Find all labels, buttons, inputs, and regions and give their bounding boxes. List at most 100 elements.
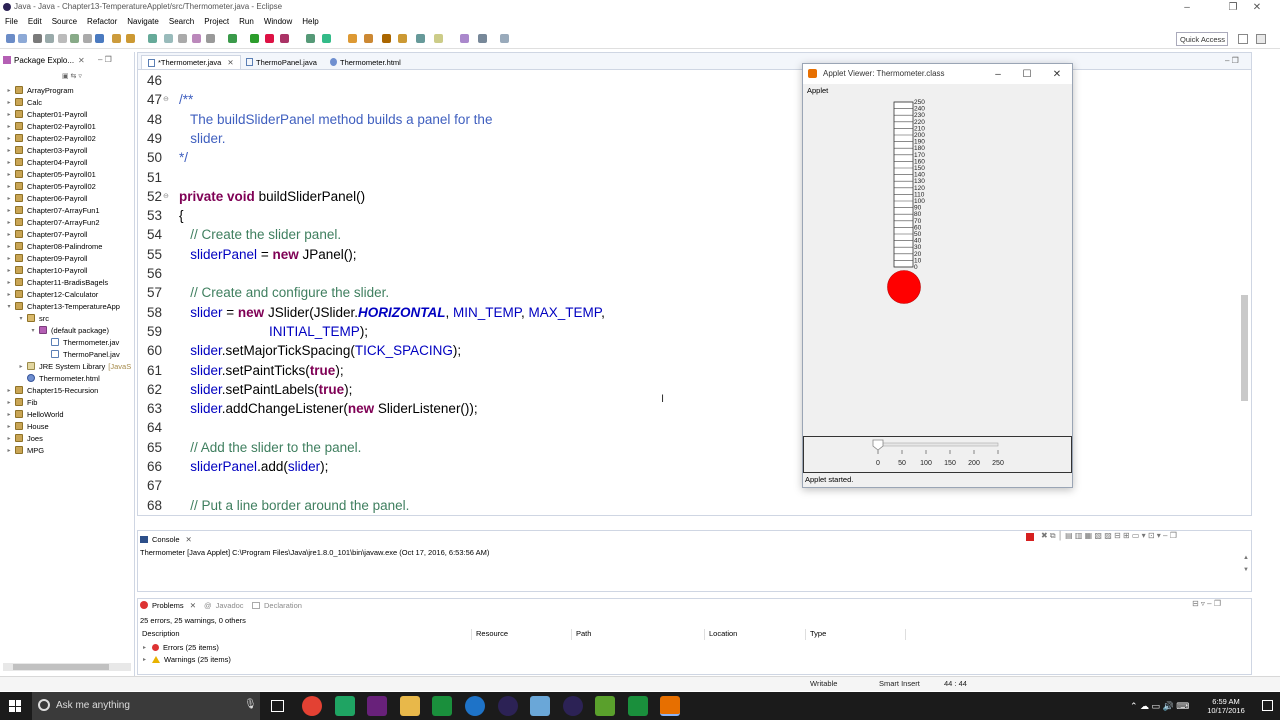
problems-toolbar[interactable]: ⊟ ▿ – ❐ — [1192, 599, 1221, 608]
collapse-arrow-icon[interactable]: ▸ — [6, 87, 12, 94]
toolbar-button-icon[interactable] — [434, 34, 443, 43]
toolbar-button-icon[interactable] — [70, 34, 79, 43]
tree-item[interactable]: ▸ Chapter08-Palindrome — [0, 240, 135, 252]
file-explorer-icon[interactable] — [400, 696, 420, 716]
collapse-arrow-icon[interactable]: ▸ — [6, 183, 12, 190]
google-drive-icon[interactable] — [335, 696, 355, 716]
problems-row-warnings[interactable]: ▸ Warnings (25 items) — [143, 655, 231, 664]
collapse-arrow-icon[interactable]: ▸ — [6, 423, 12, 430]
tree-item[interactable]: ▸ Chapter01-Payroll — [0, 108, 135, 120]
tree-item[interactable]: Thermometer.jav — [0, 336, 135, 348]
applet-maximize-button[interactable]: ☐ — [1012, 64, 1042, 84]
tree-item[interactable]: ▸ Chapter07-ArrayFun1 — [0, 204, 135, 216]
tree-item[interactable]: ▾ (default package) — [0, 324, 135, 336]
collapse-arrow-icon[interactable]: ▸ — [6, 387, 12, 394]
toolbar-button-icon[interactable] — [206, 34, 215, 43]
column-description[interactable]: Description — [138, 629, 472, 640]
toolbar-button-icon[interactable] — [250, 34, 259, 43]
tab-thermopanel-java[interactable]: ThermoPanel.java — [240, 55, 323, 69]
slider-track[interactable] — [877, 442, 999, 447]
camtasia-icon[interactable] — [432, 696, 452, 716]
toolbar-button-icon[interactable] — [382, 34, 391, 43]
toolbar-button-icon[interactable] — [45, 34, 54, 43]
tree-item[interactable]: ▸ Fib — [0, 396, 135, 408]
toolbar-button-icon[interactable] — [322, 34, 331, 43]
system-tray-icons[interactable]: ⌃ ☁ ▭ 🔊 ⌨ — [1130, 701, 1189, 712]
java-perspective-icon[interactable] — [1256, 34, 1266, 44]
tree-item[interactable]: ▸ JRE System Library [JavaS — [0, 360, 135, 372]
collapse-arrow-icon[interactable]: ▸ — [6, 447, 12, 454]
start-button[interactable] — [9, 700, 21, 712]
notepad-plus-icon[interactable] — [595, 696, 615, 716]
tab-thermometer-html[interactable]: Thermometer.html — [324, 55, 407, 69]
tree-item[interactable]: ▸ Joes — [0, 432, 135, 444]
eclipse-taskbar-icon-2[interactable] — [563, 696, 583, 716]
tab-javadoc[interactable]: @ Javadoc — [204, 599, 244, 611]
tree-item[interactable]: ▸ Chapter10-Payroll — [0, 264, 135, 276]
tab-problems[interactable]: Problems ✕ — [140, 599, 196, 611]
console-toolbar[interactable]: ✖ ⧉ │ ▤ ▥ ▦ ▧ ▨ ⊟ ⊞ ▭ ▾ ⊡ ▾ – ❐ — [1041, 531, 1177, 541]
tree-item[interactable]: ▸ Chapter05-Payroll02 — [0, 180, 135, 192]
tree-item[interactable]: ▸ HelloWorld — [0, 408, 135, 420]
collapse-arrow-icon[interactable]: ▸ — [6, 207, 12, 214]
tree-item[interactable]: ▸ House — [0, 420, 135, 432]
collapse-arrow-icon[interactable]: ▸ — [6, 435, 12, 442]
menu-help[interactable]: Help — [297, 15, 323, 28]
toolbar-button-icon[interactable] — [33, 34, 42, 43]
menu-source[interactable]: Source — [47, 15, 82, 28]
tree-item[interactable]: ▸ Chapter07-ArrayFun2 — [0, 216, 135, 228]
menu-edit[interactable]: Edit — [23, 15, 47, 28]
toolbar-button-icon[interactable] — [280, 34, 289, 43]
collapse-arrow-icon[interactable]: ▸ — [6, 267, 12, 274]
horizontal-scrollbar[interactable] — [3, 663, 131, 671]
problems-row-errors[interactable]: ▸ Errors (25 items) — [143, 643, 219, 652]
toolbar-button-icon[interactable] — [178, 34, 187, 43]
perspective-icon[interactable] — [1238, 34, 1248, 44]
tree-item[interactable]: ▸ Chapter15-Recursion — [0, 384, 135, 396]
tab-declaration[interactable]: Declaration — [252, 599, 302, 611]
collapse-arrow-icon[interactable]: ▸ — [6, 195, 12, 202]
menu-project[interactable]: Project — [199, 15, 234, 28]
tree-item[interactable]: Thermometer.html — [0, 372, 135, 384]
collapse-arrow-icon[interactable]: ▸ — [18, 363, 24, 370]
collapse-arrow-icon[interactable]: ▸ — [6, 123, 12, 130]
tree-item[interactable]: ▾ src — [0, 312, 135, 324]
collapse-arrow-icon[interactable]: ▸ — [6, 219, 12, 226]
toolbar-button-icon[interactable] — [500, 34, 509, 43]
toolbar-button-icon[interactable] — [265, 34, 274, 43]
column-location[interactable]: Location — [705, 629, 806, 640]
tree-item[interactable]: ▸ Chapter11-BradisBagels — [0, 276, 135, 288]
toolbar-button-icon[interactable] — [364, 34, 373, 43]
toolbar-button-icon[interactable] — [112, 34, 121, 43]
column-type[interactable]: Type — [806, 629, 906, 640]
code-area[interactable]: 46 47 ⊖/** 48 The buildSliderPanel method b… — [138, 71, 1238, 515]
applet-minimize-button[interactable]: – — [983, 64, 1013, 84]
app-icon[interactable] — [530, 696, 550, 716]
collapse-arrow-icon[interactable]: ▸ — [6, 291, 12, 298]
tree-item[interactable]: ▸ ArrayProgram — [0, 84, 135, 96]
tree-item[interactable]: ▸ Chapter05-Payroll01 — [0, 168, 135, 180]
collapse-all-icon[interactable]: ▣ ⇆ ▿ — [62, 72, 82, 80]
editor-scrollbar[interactable] — [1241, 295, 1248, 401]
task-view-icon[interactable] — [271, 700, 284, 712]
collapse-arrow-icon[interactable]: ▸ — [6, 99, 12, 106]
tree-item[interactable]: ▸ MPG — [0, 444, 135, 456]
tree-item[interactable]: ▸ Chapter02-Payroll01 — [0, 120, 135, 132]
toolbar-button-icon[interactable] — [228, 34, 237, 43]
applet-close-button[interactable]: ✕ — [1042, 64, 1072, 84]
microphone-icon[interactable]: 🎙 — [244, 699, 257, 710]
tree-item[interactable]: ThermoPanel.jav — [0, 348, 135, 360]
collapse-arrow-icon[interactable]: ▸ — [6, 243, 12, 250]
tree-item[interactable]: ▸ Calc — [0, 96, 135, 108]
slider-thumb[interactable] — [872, 439, 884, 451]
toolbar-button-icon[interactable] — [164, 34, 173, 43]
package-explorer-tab[interactable]: Package Explo... ✕ — [3, 56, 85, 70]
toolbar-button-icon[interactable] — [348, 34, 357, 43]
collapse-arrow-icon[interactable]: ▸ — [6, 171, 12, 178]
collapse-arrow-icon[interactable]: ▸ — [6, 159, 12, 166]
tree-item[interactable]: ▸ Chapter07-Payroll — [0, 228, 135, 240]
notifications-icon[interactable] — [1262, 700, 1273, 711]
tree-item[interactable]: ▾ Chapter13-TemperatureApp — [0, 300, 135, 312]
tree-item[interactable]: ▸ Chapter03-Payroll — [0, 144, 135, 156]
column-resource[interactable]: Resource — [472, 629, 572, 640]
